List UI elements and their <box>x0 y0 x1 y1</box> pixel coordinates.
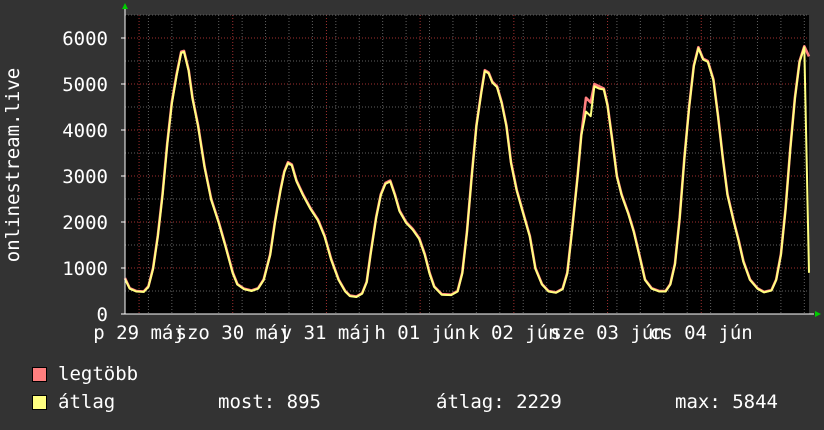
y-tick-label: 4000 <box>62 120 108 142</box>
y-tick-label: 2000 <box>62 212 108 234</box>
legend-label-max: legtöbb <box>58 363 139 385</box>
x-tick-label: h 01 jún <box>374 322 466 344</box>
x-tick-label: szo 30 máj <box>176 322 290 344</box>
stat-avg: átlag: 2229 <box>436 391 562 413</box>
y-tick-label: 5000 <box>62 74 108 96</box>
stat-now: most: 895 <box>218 391 321 413</box>
y-tick-label: 1000 <box>62 258 108 280</box>
legend-swatch-max <box>32 367 47 382</box>
y-tick-label: 3000 <box>62 166 108 188</box>
y-axis-arrow <box>122 3 128 9</box>
x-tick-label: cs 04 jún <box>650 322 753 344</box>
x-tick-label: k 02 jún <box>468 322 560 344</box>
y-tick-label: 6000 <box>62 28 108 50</box>
legend-label-avg: átlag <box>58 391 116 413</box>
x-axis-arrow <box>815 311 821 317</box>
y-axis-label: onlinestream.live <box>2 68 24 262</box>
x-tick-label: sze 03 jún <box>550 322 664 344</box>
x-tick-label: p 29 máj <box>93 322 185 344</box>
stat-max: max: 5844 <box>675 391 778 413</box>
x-tick-label: v 31 máj <box>281 322 373 344</box>
legend-swatch-avg <box>32 395 47 410</box>
